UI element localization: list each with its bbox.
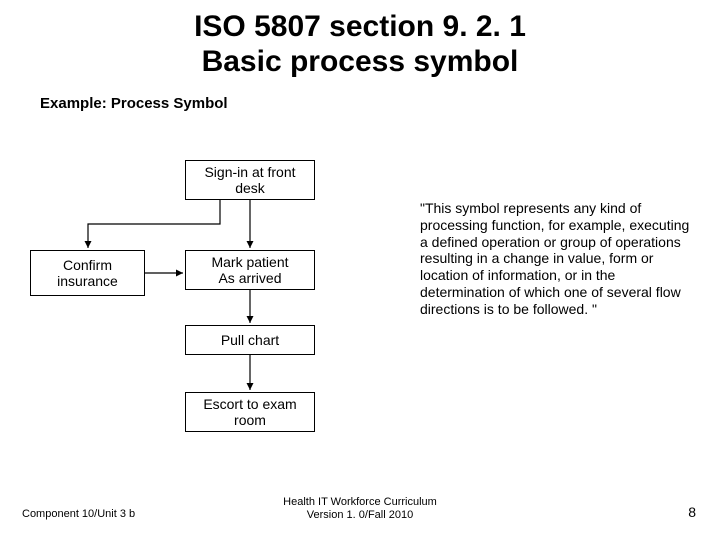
process-box-pull: Pull chart: [185, 325, 315, 355]
definition-quote: "This symbol represents any kind of proc…: [420, 200, 695, 318]
process-box-mark: Mark patientAs arrived: [185, 250, 315, 290]
footer-line1: Health IT Workforce Curriculum: [0, 496, 720, 509]
title-line1: ISO 5807 section 9. 2. 1: [0, 10, 720, 45]
footer-curriculum: Health IT Workforce Curriculum Version 1…: [0, 496, 720, 522]
process-box-signin: Sign-in at frontdesk: [185, 160, 315, 200]
process-box-confirm: Confirminsurance: [30, 250, 145, 296]
process-label: Escort to examroom: [203, 396, 296, 428]
title-line2: Basic process symbol: [0, 45, 720, 80]
process-label: Confirminsurance: [57, 257, 118, 289]
process-box-escort: Escort to examroom: [185, 392, 315, 432]
process-label: Sign-in at frontdesk: [204, 164, 295, 196]
example-label: Example: Process Symbol: [40, 95, 228, 112]
process-label: Pull chart: [221, 332, 279, 348]
footer-line2: Version 1. 0/Fall 2010: [0, 509, 720, 522]
page-title: ISO 5807 section 9. 2. 1 Basic process s…: [0, 0, 720, 79]
process-label: Mark patientAs arrived: [211, 254, 288, 286]
page-number: 8: [688, 504, 696, 520]
